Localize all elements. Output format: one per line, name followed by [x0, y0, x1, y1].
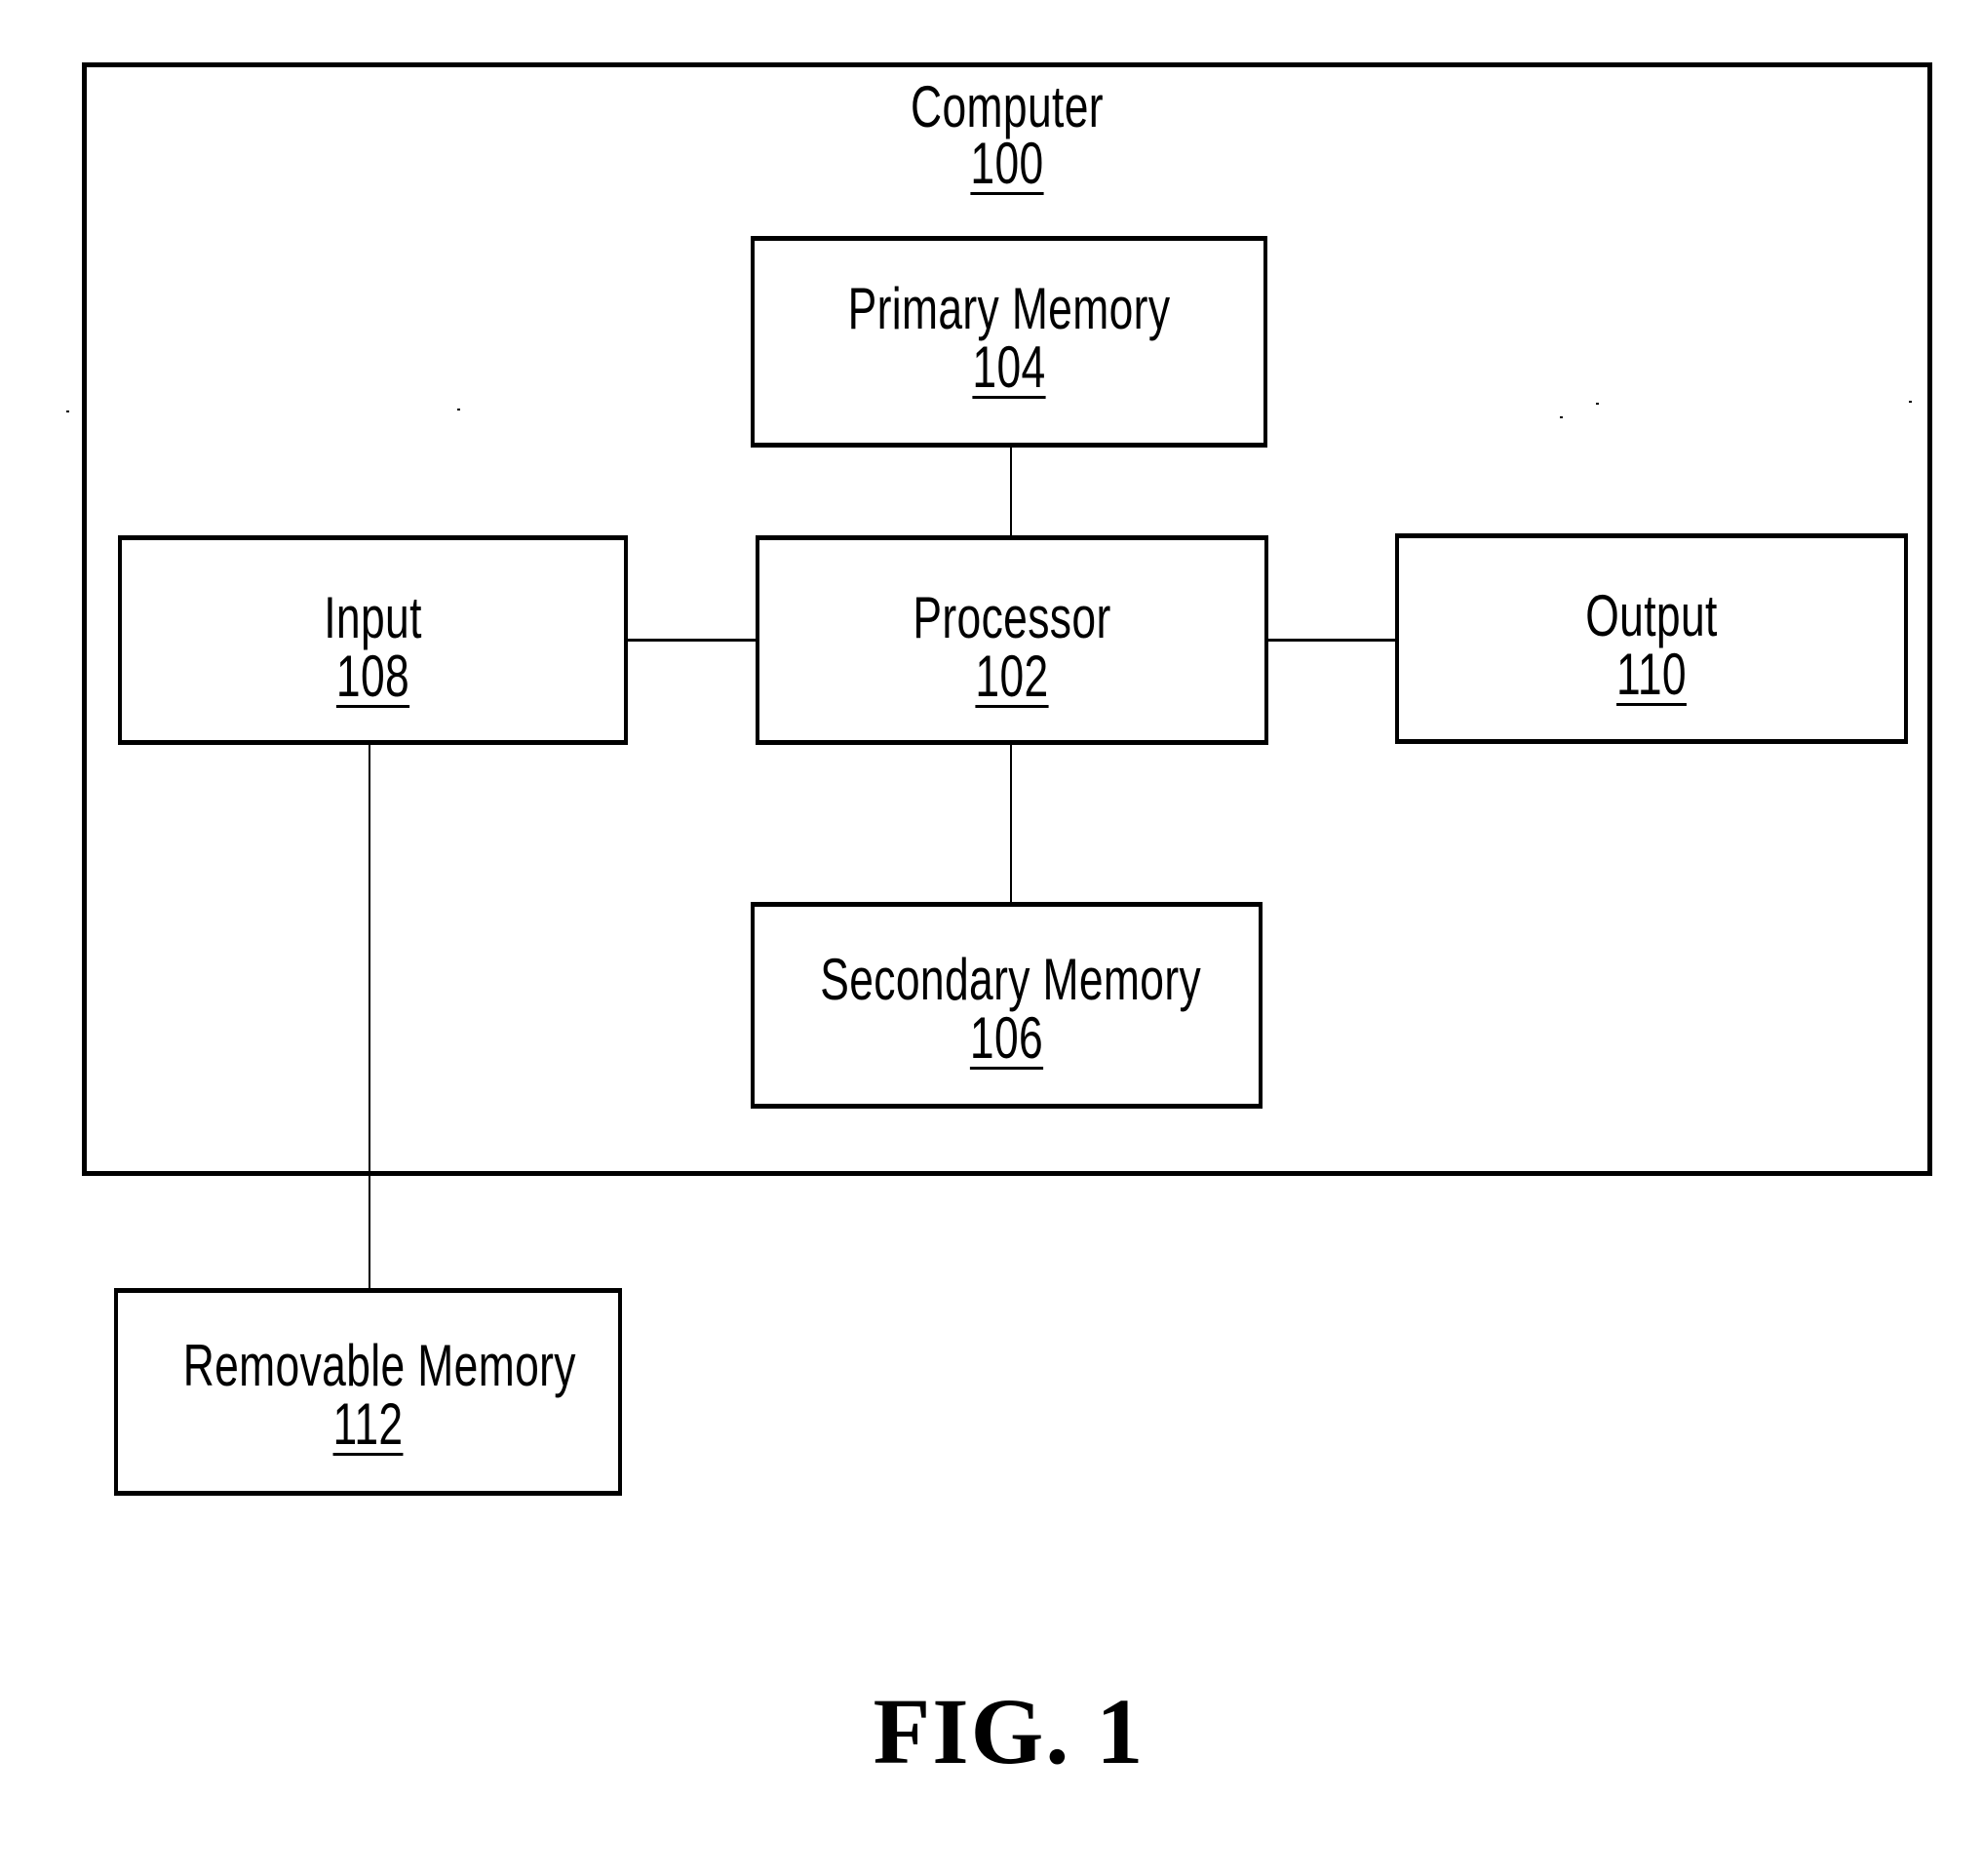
computer-ref: 100	[323, 135, 1692, 193]
node-input-label: Input 108	[122, 589, 624, 706]
node-primary-memory: Primary Memory 104	[751, 236, 1267, 448]
node-primary-memory-label: Primary Memory 104	[755, 280, 1263, 397]
node-ref-number: 108	[335, 644, 410, 709]
node-name: Primary Memory	[847, 276, 1171, 341]
node-name: Removable Memory	[182, 1333, 576, 1398]
node-name: Secondary Memory	[820, 947, 1202, 1012]
node-ref: 108	[187, 647, 559, 706]
scan-speck	[1560, 416, 1563, 418]
node-name: Processor	[913, 585, 1111, 650]
scan-speck	[457, 409, 460, 410]
node-removable-memory-label: Removable Memory 112	[118, 1337, 618, 1454]
node-ref: 110	[1464, 645, 1838, 704]
scan-speck	[1909, 401, 1912, 403]
node-ref-number: 110	[1616, 642, 1687, 707]
node-removable-memory: Removable Memory 112	[114, 1288, 622, 1496]
node-ref: 102	[825, 647, 1198, 706]
edge-processor-secondary-memory	[1010, 745, 1012, 902]
node-ref: 104	[821, 338, 1197, 397]
node-secondary-memory-label: Secondary Memory 106	[755, 951, 1259, 1068]
edge-input-processor	[628, 639, 756, 642]
node-ref: 112	[183, 1395, 554, 1454]
node-ref-number: 104	[972, 334, 1046, 400]
computer-name: Computer	[911, 74, 1104, 139]
node-ref-number: 112	[332, 1391, 404, 1457]
scan-speck	[1596, 403, 1599, 405]
node-output-label: Output 110	[1399, 587, 1904, 704]
node-secondary-memory: Secondary Memory 106	[751, 902, 1263, 1109]
node-processor-label: Processor 102	[759, 589, 1264, 706]
node-name: Input	[324, 585, 422, 650]
edge-input-removable-memory	[369, 745, 370, 1288]
node-ref-number: 106	[969, 1005, 1044, 1071]
figure-caption: FIG. 1	[873, 1679, 1146, 1783]
node-input: Input 108	[118, 535, 628, 745]
edge-processor-output	[1268, 639, 1395, 642]
node-output: Output 110	[1395, 533, 1908, 744]
node-name: Output	[1585, 583, 1718, 648]
computer-label: Computer 100	[82, 78, 1932, 193]
node-processor: Processor 102	[756, 535, 1268, 745]
edge-primary-memory-processor	[1010, 446, 1012, 535]
computer-ref-number: 100	[970, 131, 1044, 196]
scan-speck	[66, 410, 69, 412]
node-ref-number: 102	[975, 644, 1049, 709]
node-ref: 106	[820, 1009, 1193, 1068]
